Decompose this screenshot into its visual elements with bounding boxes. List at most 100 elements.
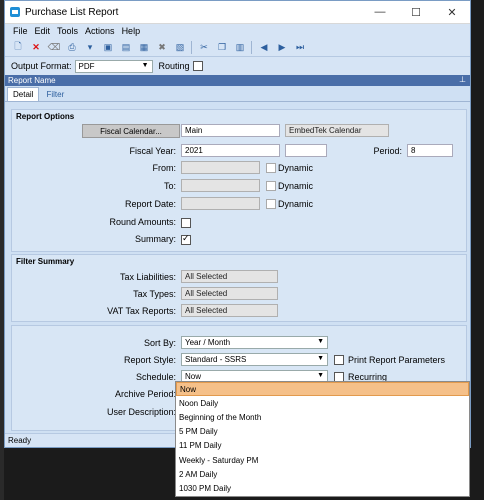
tax-liabilities-field: All Selected — [181, 270, 278, 283]
schedule-option[interactable]: Weekly - Saturday PM — [176, 453, 469, 467]
from-dynamic-label: Dynamic — [278, 163, 314, 173]
menu-bar: File Edit Tools Actions Help — [5, 24, 470, 38]
fiscal-year-label: Fiscal Year: — [129, 146, 176, 156]
report-options-panel: Report Options Fiscal Calendar... Main E… — [11, 109, 467, 252]
to-dynamic-checkbox[interactable] — [266, 181, 276, 191]
from-dynamic-checkbox[interactable] — [266, 163, 276, 173]
tax-types-label: Tax Types: — [133, 289, 176, 299]
status-text: Ready — [8, 436, 32, 445]
cut-icon[interactable]: ✂ — [197, 41, 211, 54]
output-format-bar: Output Format: PDF ▼ Routing — [5, 57, 470, 75]
vat-tax-reports-field: All Selected — [181, 304, 278, 317]
schedule-icon[interactable]: ▤ — [119, 41, 133, 54]
schedule-option[interactable]: 5 PM Daily — [176, 425, 469, 439]
sort-by-select[interactable]: Year / Month ▼ — [181, 336, 328, 349]
tab-detail[interactable]: Detail — [7, 87, 40, 101]
from-label: From: — [152, 163, 177, 173]
calendar-name-field: EmbedTek Calendar — [285, 124, 389, 137]
tab-filter[interactable]: Filter — [41, 88, 69, 101]
report-date-dynamic-label: Dynamic — [278, 199, 314, 209]
summary-checkbox[interactable] — [181, 233, 191, 245]
vat-tax-reports-label: VAT Tax Reports: — [107, 306, 176, 316]
period-field[interactable]: 8 — [407, 144, 453, 157]
schedule-option[interactable]: Beginning of the Month — [176, 410, 469, 424]
routing-checkbox[interactable] — [192, 61, 203, 71]
routing-label: Routing — [158, 61, 190, 71]
to-label: To: — [163, 181, 176, 191]
filter-summary-title: Filter Summary — [16, 257, 75, 266]
filter-summary-panel: Filter Summary Tax Liabilities: All Sele… — [11, 254, 467, 322]
chevron-down-icon: ▼ — [317, 338, 324, 345]
chevron-down-icon: ▼ — [317, 355, 324, 362]
chevron-down-icon: ▼ — [317, 372, 324, 379]
menu-edit[interactable]: Edit — [35, 26, 51, 36]
output-format-value: PDF — [78, 61, 95, 71]
close-button[interactable]: ✕ — [434, 1, 470, 23]
report-style-value: Standard - SSRS — [185, 355, 247, 364]
schedule-value: Now — [185, 372, 202, 381]
pane-title: Report Name — [8, 76, 56, 85]
paste-icon[interactable]: ▥ — [233, 41, 247, 54]
report-date-label: Report Date: — [124, 199, 176, 209]
report-date-field — [181, 197, 260, 210]
print-icon[interactable]: ⎙ — [65, 41, 79, 54]
schedule-label: Schedule: — [135, 372, 176, 382]
report-options-title: Report Options — [16, 112, 75, 121]
menu-actions[interactable]: Actions — [85, 26, 115, 36]
round-amounts-checkbox[interactable] — [181, 218, 191, 228]
report-style-select[interactable]: Standard - SSRS ▼ — [181, 353, 328, 366]
window-title: Purchase List Report — [25, 6, 119, 18]
schedule-option[interactable]: Noon Daily — [176, 396, 469, 410]
toolbar-separator — [251, 40, 252, 54]
menu-tools[interactable]: Tools — [57, 26, 78, 36]
export-icon[interactable]: ▦ — [137, 41, 151, 54]
delete-icon[interactable]: ✕ — [29, 41, 43, 54]
maximize-button[interactable]: ☐ — [398, 1, 434, 23]
tab-strip: Detail Filter — [5, 86, 470, 102]
tax-liabilities-label: Tax Liabilities: — [119, 272, 176, 282]
clear-icon[interactable]: ⌫ — [47, 41, 61, 54]
schedule-option[interactable]: 1030 PM Daily — [176, 481, 469, 495]
chevron-down-icon: ▼ — [141, 61, 149, 69]
attach-icon[interactable]: ▧ — [173, 41, 187, 54]
desktop-background-right — [471, 0, 484, 500]
round-amounts-label: Round Amounts: — [109, 217, 176, 227]
fiscal-year-extra-field[interactable] — [285, 144, 327, 157]
forward-icon[interactable]: ▶ — [275, 41, 289, 54]
fiscal-year-field[interactable]: 2021 — [181, 144, 280, 157]
toolbar-separator — [191, 40, 192, 54]
schedule-option[interactable]: 2 AM Daily — [176, 467, 469, 481]
period-label: Period: — [373, 146, 402, 156]
print-report-parameters-label: Print Report Parameters — [348, 355, 446, 365]
copy-icon[interactable]: ❐ — [215, 41, 229, 54]
pin-icon[interactable]: ⊥ — [459, 75, 466, 84]
new-icon[interactable]: 🗋 — [11, 41, 25, 54]
title-bar: Purchase List Report — ☐ ✕ — [5, 1, 470, 24]
schedule-option[interactable]: Now — [176, 382, 469, 397]
from-date-field — [181, 161, 260, 174]
schedule-option[interactable]: 11 PM Daily — [176, 439, 469, 453]
fiscal-calendar-button[interactable]: Fiscal Calendar... — [82, 124, 180, 138]
output-format-select[interactable]: PDF ▼ — [74, 59, 153, 73]
menu-file[interactable]: File — [13, 26, 28, 36]
summary-label: Summary: — [134, 234, 176, 244]
to-dynamic-label: Dynamic — [278, 181, 314, 191]
print-menu-icon[interactable]: ▾ — [83, 41, 97, 54]
last-icon[interactable]: ⏭ — [293, 41, 307, 54]
pane-header: Report Name ⊥ — [5, 75, 470, 86]
cancel-icon[interactable]: ✖ — [155, 41, 169, 54]
user-description-label: User Description: — [106, 407, 176, 417]
app-icon — [10, 7, 20, 17]
menu-help[interactable]: Help — [122, 26, 141, 36]
archive-period-label: Archive Period: — [114, 389, 176, 399]
minimize-button[interactable]: — — [362, 1, 398, 23]
report-style-label: Report Style: — [123, 355, 176, 365]
toolbar: 🗋 ✕ ⌫ ⎙ ▾ ▣ ▤ ▦ ✖ ▧ ✂ ❐ ▥ ◀ ▶ ⏭ — [5, 38, 470, 57]
back-icon[interactable]: ◀ — [257, 41, 271, 54]
print-preview-icon[interactable]: ▣ — [101, 41, 115, 54]
tax-types-field: All Selected — [181, 287, 278, 300]
report-date-dynamic-checkbox[interactable] — [266, 199, 276, 209]
fiscal-calendar-field[interactable]: Main — [181, 124, 280, 137]
schedule-dropdown-list: Now Noon Daily Beginning of the Month 5 … — [175, 381, 470, 497]
print-report-parameters-checkbox[interactable] — [334, 355, 344, 365]
